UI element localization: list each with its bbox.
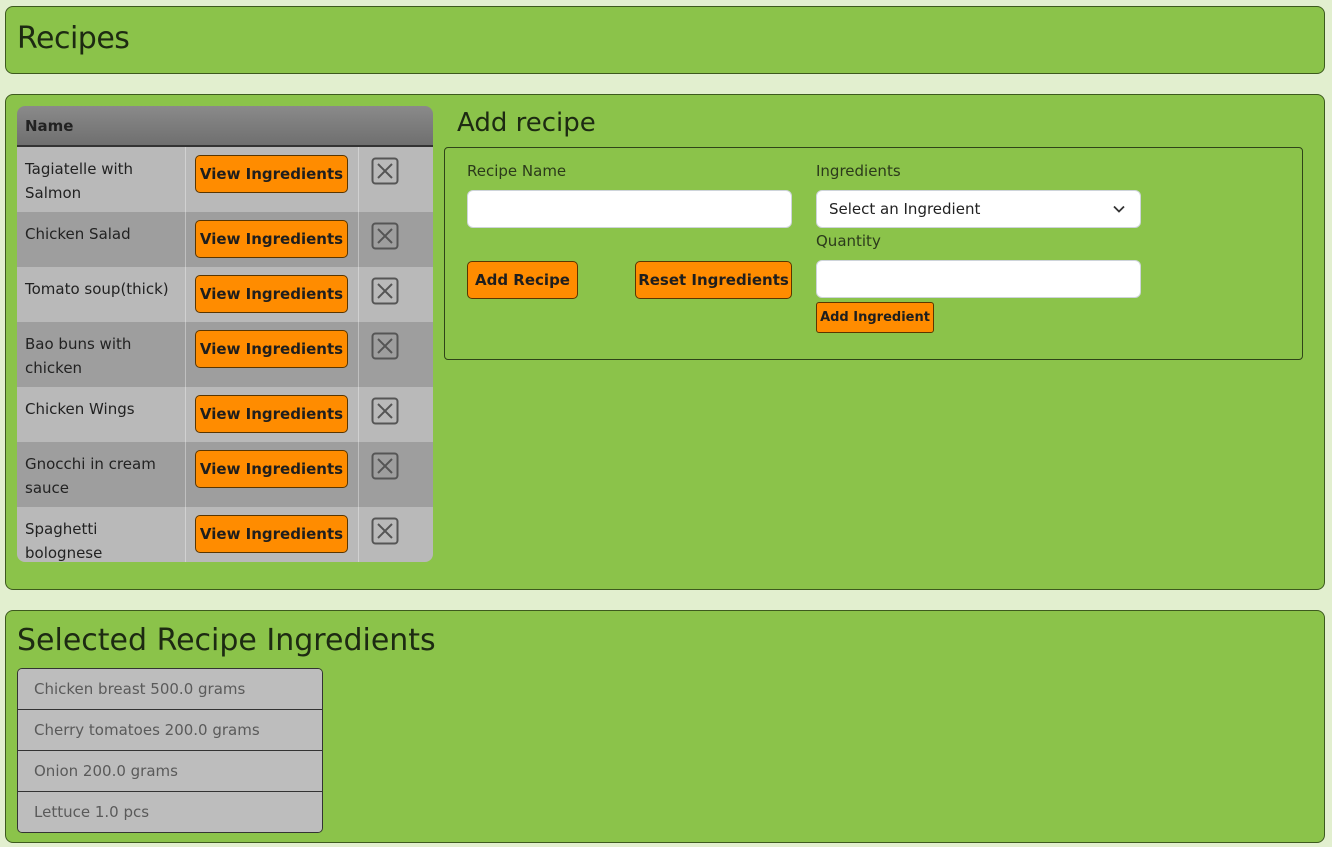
table-row: Tagiatelle with Salmon View Ingredients	[17, 147, 433, 212]
table-header-name: Name	[17, 106, 433, 147]
list-item: Lettuce 1.0 pcs	[18, 792, 322, 832]
chevron-down-icon	[1113, 205, 1125, 213]
view-ingredients-button[interactable]: View Ingredients	[195, 220, 348, 258]
close-box-icon[interactable]	[371, 277, 399, 305]
list-item: Onion 200.0 grams	[18, 751, 322, 792]
main-panel: Name Tagiatelle with Salmon View Ingredi…	[5, 94, 1325, 590]
table-row: Spaghetti bolognese View Ingredients	[17, 507, 433, 562]
page-title: Recipes	[17, 21, 130, 56]
close-box-icon[interactable]	[371, 332, 399, 360]
recipe-name: Bao buns with chicken	[17, 322, 186, 387]
recipe-name: Chicken Salad	[17, 212, 186, 267]
view-ingredients-button[interactable]: View Ingredients	[195, 275, 348, 313]
ingredient-list: Chicken breast 500.0 grams Cherry tomato…	[17, 668, 323, 833]
close-box-icon[interactable]	[371, 222, 399, 250]
close-box-icon[interactable]	[371, 157, 399, 185]
close-box-icon[interactable]	[371, 397, 399, 425]
recipe-table: Name Tagiatelle with Salmon View Ingredi…	[17, 106, 433, 562]
view-ingredients-button[interactable]: View Ingredients	[195, 330, 348, 368]
header-panel: Recipes	[5, 6, 1325, 74]
recipe-name: Spaghetti bolognese	[17, 507, 186, 562]
reset-ingredients-button[interactable]: Reset Ingredients	[635, 261, 792, 299]
recipe-name: Chicken Wings	[17, 387, 186, 442]
table-row: Chicken Wings View Ingredients	[17, 387, 433, 442]
add-recipe-title: Add recipe	[457, 108, 596, 138]
add-recipe-form: Recipe Name Ingredients Select an Ingred…	[444, 147, 1303, 360]
table-row: Gnocchi in cream sauce View Ingredients	[17, 442, 433, 507]
list-item: Chicken breast 500.0 grams	[18, 669, 322, 710]
recipe-name: Tagiatelle with Salmon	[17, 147, 186, 212]
recipe-name: Tomato soup(thick)	[17, 267, 186, 322]
table-row: Bao buns with chicken View Ingredients	[17, 322, 433, 387]
table-row: Tomato soup(thick) View Ingredients	[17, 267, 433, 322]
add-recipe-button[interactable]: Add Recipe	[467, 261, 578, 299]
view-ingredients-button[interactable]: View Ingredients	[195, 395, 348, 433]
view-ingredients-button[interactable]: View Ingredients	[195, 450, 348, 488]
table-row: Chicken Salad View Ingredients	[17, 212, 433, 267]
quantity-label: Quantity	[816, 232, 881, 250]
ingredients-label: Ingredients	[816, 162, 901, 180]
recipe-name-label: Recipe Name	[467, 162, 567, 180]
ingredient-select[interactable]: Select an Ingredient	[816, 190, 1141, 228]
view-ingredients-button[interactable]: View Ingredients	[195, 155, 348, 193]
recipe-name-input[interactable]	[467, 190, 792, 228]
close-box-icon[interactable]	[371, 517, 399, 545]
close-box-icon[interactable]	[371, 452, 399, 480]
list-item: Cherry tomatoes 200.0 grams	[18, 710, 322, 751]
selected-ingredients-title: Selected Recipe Ingredients	[17, 623, 436, 658]
view-ingredients-button[interactable]: View Ingredients	[195, 515, 348, 553]
recipe-name: Gnocchi in cream sauce	[17, 442, 186, 507]
add-ingredient-button[interactable]: Add Ingredient	[816, 302, 934, 333]
selected-ingredients-panel: Selected Recipe Ingredients Chicken brea…	[5, 610, 1325, 843]
ingredient-select-value: Select an Ingredient	[829, 200, 981, 218]
quantity-input[interactable]	[816, 260, 1141, 298]
